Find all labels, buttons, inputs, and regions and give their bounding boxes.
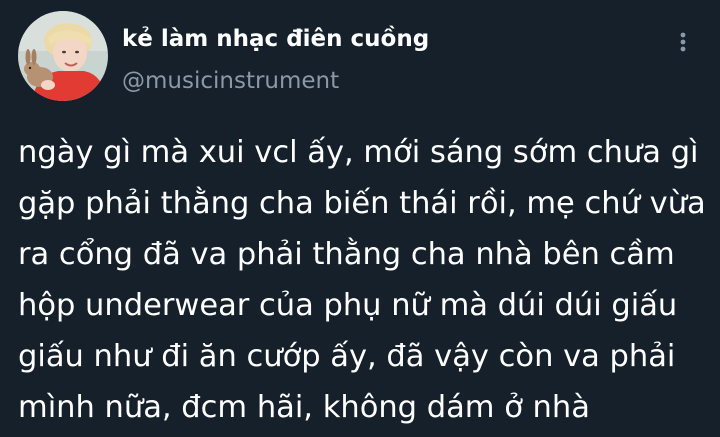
tweet-text-line: mình nữa, đcm hãi, không dám ở nhà <box>18 390 590 425</box>
tweet-text-line: gặp phải thằng cha biến thái rồi, mẹ chứ… <box>18 186 706 221</box>
tweet-text: ngày gì mà xui vcl ấy, mới sáng sớm chưa… <box>18 127 708 433</box>
more-options-button[interactable] <box>668 26 698 56</box>
avatar[interactable] <box>18 11 108 101</box>
tweet-text-line: hộp underwear của phụ nữ mà dúi dúi giấu <box>18 288 678 323</box>
tweet-text-line: giấu như đi ăn cướp ấy, đã vậy còn va ph… <box>18 339 676 374</box>
profile-photo-icon <box>18 11 108 101</box>
user-handle[interactable]: @musicinstrument <box>122 64 339 98</box>
tweet-card: kẻ làm nhạc điên cuồng @musicinstrument … <box>0 0 720 437</box>
display-name[interactable]: kẻ làm nhạc điên cuồng <box>122 22 429 56</box>
vertical-ellipsis-icon <box>680 32 686 52</box>
tweet-text-line: ra cổng đã va phải thằng cha nhà bên cầm <box>18 237 675 272</box>
tweet-text-line: ngày gì mà xui vcl ấy, mới sáng sớm chưa… <box>18 135 699 170</box>
